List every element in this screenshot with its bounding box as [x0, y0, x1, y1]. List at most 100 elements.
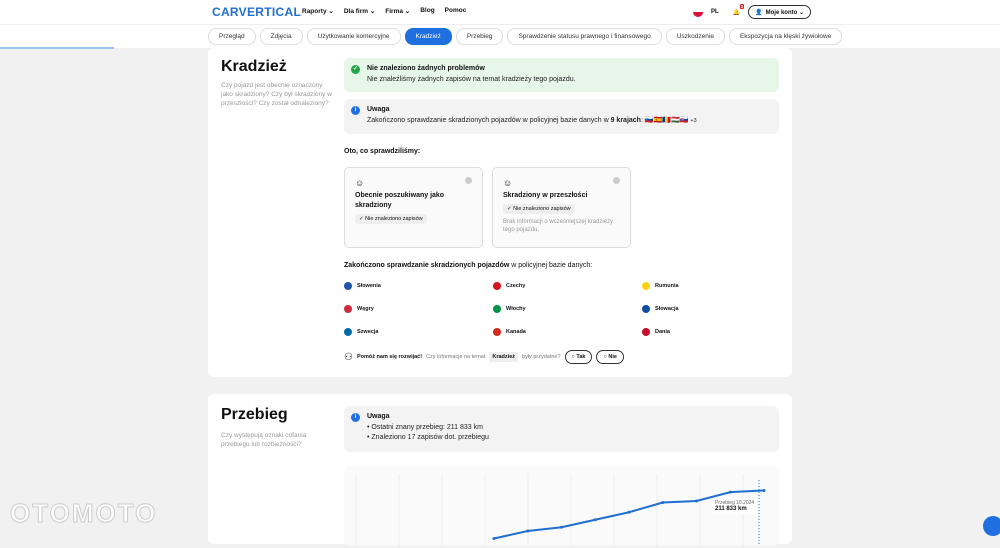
- bell-icon[interactable]: 🔔 3: [733, 3, 745, 16]
- logo[interactable]: CARVERTICAL: [212, 5, 301, 19]
- tab-uszkodzenie[interactable]: Uszkodzenie: [665, 28, 725, 45]
- info-icon: i: [351, 106, 360, 115]
- success-alert: ✓ Nie znaleziono żadnych problemów Nie z…: [344, 58, 779, 92]
- mileage-title: Przebieg: [221, 406, 288, 423]
- poland-flag-icon[interactable]: [693, 7, 703, 17]
- country-item: Kanada: [493, 328, 526, 336]
- data-point: [695, 499, 698, 503]
- no-button[interactable]: ○ Nie: [596, 350, 624, 364]
- info-icon: i: [351, 413, 360, 422]
- feedback-bar: ⚇ Pomóż nam się rozwijać! Czy informacje…: [344, 350, 624, 364]
- alert-text: Nie znaleźliśmy żadnych zapisów na temat…: [367, 76, 576, 83]
- thief-mask-icon: ☺: [355, 178, 365, 188]
- data-point: [560, 525, 563, 529]
- note-item: • Znaleziono 17 zapisów dot. przebiegu: [367, 434, 489, 441]
- top-header: CARVERTICAL Raporty ⌄ Dla firm ⌄ Firma ⌄…: [0, 0, 1000, 24]
- status-chip: ✓ Nie znaleziono zapisów: [355, 214, 427, 224]
- country-item: Włochy: [493, 305, 526, 313]
- yes-button[interactable]: ○ Tak: [564, 350, 593, 364]
- section-tabs: Przegląd Zdjęcia Użytkowanie komercyjne …: [0, 24, 1000, 48]
- country-item: Słowacja: [642, 305, 679, 313]
- note-title: Uwaga: [367, 106, 390, 113]
- data-point: [627, 510, 631, 514]
- feedback-topic: Kradzież: [489, 352, 519, 362]
- nav-pomoc[interactable]: Pomoc: [445, 7, 467, 15]
- data-point: [593, 518, 597, 522]
- flag-icon: [344, 282, 352, 290]
- tab-uzytkowanie[interactable]: Użytkowanie komercyjne: [306, 28, 401, 45]
- checked-heading: Oto, co sprawdziliśmy:: [344, 148, 421, 155]
- nav-raporty[interactable]: Raporty ⌄: [302, 7, 334, 15]
- status-chip: ✓ Nie znaleziono zapisów: [503, 204, 575, 214]
- country-name: Słowenia: [357, 283, 381, 289]
- feedback-q2: były przydatne?: [522, 354, 561, 360]
- watermark: OTOMOTO: [9, 498, 158, 529]
- people-icon: ⚇: [344, 351, 353, 363]
- data-point: [492, 537, 496, 540]
- country-name: Rumunia: [655, 283, 679, 289]
- user-icon: 👤: [755, 9, 763, 16]
- note-text: Zakończono sprawdzanie skradzionych poja…: [367, 117, 697, 124]
- flag-icon: [642, 328, 650, 336]
- data-point: [762, 489, 766, 492]
- country-item: Dania: [642, 328, 670, 336]
- thief-mask-icon: ☺: [503, 178, 513, 188]
- tab-kradziez[interactable]: Kradzież: [404, 28, 452, 45]
- flag-icon: [493, 305, 501, 313]
- card-desc: Brak informacji o wcześniejszej kradzież…: [503, 219, 614, 233]
- country-name: Słowacja: [655, 306, 679, 312]
- country-flags-icon: 🇸🇮🇪🇸🇷🇴🇭🇺🇸🇰: [644, 117, 689, 124]
- country-item: Słowenia: [344, 282, 381, 290]
- database-heading: Zakończono sprawdzanie skradzionych poja…: [344, 262, 593, 269]
- note-item: • Ostatni znany przebieg: 211 833 km: [367, 424, 483, 431]
- chat-button[interactable]: [983, 516, 1000, 536]
- tab-kleski[interactable]: Ekspozycja na klęski żywiołowe: [728, 28, 843, 45]
- tab-przebieg[interactable]: Przebieg: [455, 28, 504, 45]
- flag-icon: [344, 305, 352, 313]
- country-name: Kanada: [506, 329, 526, 335]
- nav-blog[interactable]: Blog: [420, 7, 434, 15]
- check-icon: ✓: [351, 65, 360, 74]
- country-name: Dania: [655, 329, 670, 335]
- account-button[interactable]: 👤 Moje konto ⌄: [748, 5, 811, 19]
- note-alert: i Uwaga Zakończono sprawdzanie skradzion…: [344, 99, 779, 134]
- nav-dla-firm[interactable]: Dla firm ⌄: [344, 7, 375, 15]
- flag-icon: [642, 305, 650, 313]
- info-icon[interactable]: [613, 177, 620, 184]
- main-nav: Raporty ⌄ Dla firm ⌄ Firma ⌄ Blog Pomoc: [302, 7, 466, 15]
- country-name: Czechy: [506, 283, 526, 289]
- country-item: Czechy: [493, 282, 525, 290]
- notif-badge: 3: [739, 3, 745, 9]
- feedback-title: Pomóż nam się rozwijać!: [356, 354, 423, 360]
- country-item: Węgry: [344, 305, 374, 313]
- check-card-current: ☺ Obecnie poszukiwany jako skradziony ✓ …: [344, 167, 483, 248]
- data-point: [661, 501, 665, 504]
- card-title: Obecnie poszukiwany jako skradziony: [355, 192, 445, 209]
- flag-icon: [493, 328, 501, 336]
- mileage-chart: Przebieg 10.2024 211 833 km: [344, 466, 779, 546]
- scroll-progress: [0, 47, 114, 49]
- note-title: Uwaga: [367, 413, 390, 420]
- tab-zdjecia[interactable]: Zdjęcia: [259, 28, 303, 45]
- card-title: Skradziony w przeszłości: [503, 192, 588, 199]
- flag-icon: [344, 328, 352, 336]
- mileage-note: i Uwaga • Ostatni znany przebieg: 211 83…: [344, 406, 779, 452]
- nav-firma[interactable]: Firma ⌄: [385, 7, 410, 15]
- theft-title: Kradzież: [221, 58, 287, 75]
- chart-tooltip: Przebieg 10.2024 211 833 km: [712, 498, 758, 514]
- alert-title: Nie znaleziono żadnych problemów: [367, 65, 485, 72]
- tab-przeglad[interactable]: Przegląd: [208, 28, 256, 45]
- tooltip-value: 211 833 km: [715, 506, 747, 512]
- country-name: Włochy: [506, 306, 526, 312]
- language[interactable]: PL: [711, 9, 719, 15]
- theft-section: Kradzież Czy pojazd jest obecnie oznaczo…: [208, 48, 792, 377]
- country-name: Szwecja: [357, 329, 379, 335]
- country-item: Szwecja: [344, 328, 378, 336]
- mileage-section: Przebieg Czy występują oznaki cofania pr…: [208, 394, 792, 546]
- data-point: [728, 490, 732, 494]
- mileage-subtitle: Czy występują oznaki cofania przebiegu l…: [221, 432, 307, 448]
- info-icon[interactable]: [465, 177, 472, 184]
- header-right: PL 🔔 3 👤 Moje konto ⌄: [693, 3, 811, 19]
- country-name: Węgry: [357, 306, 374, 312]
- tab-status-prawny[interactable]: Sprawdzenie statusu prawnego i finansowe…: [507, 28, 662, 45]
